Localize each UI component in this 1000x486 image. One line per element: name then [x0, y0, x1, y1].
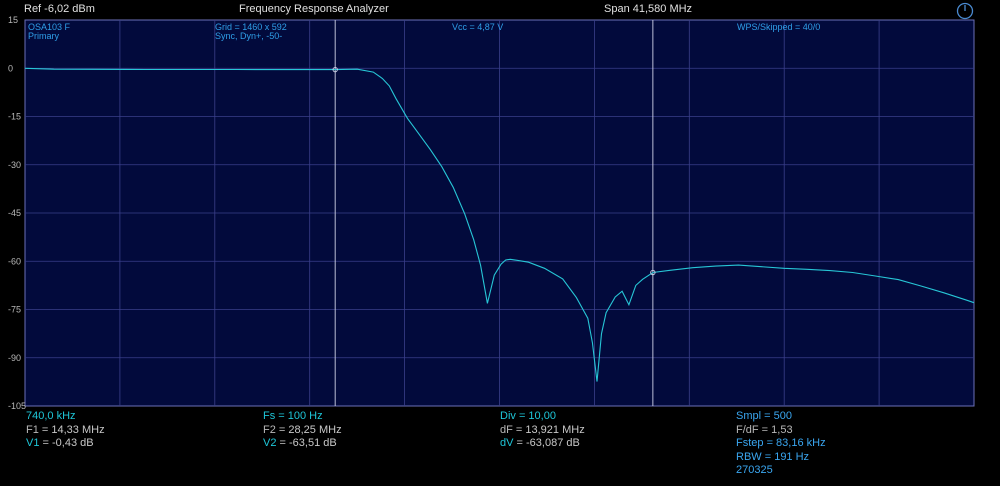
- sync-info: Sync, Dyn+, -50-: [215, 31, 282, 41]
- y-tick-label: -45: [8, 208, 21, 218]
- f1-value: = 14,33 MHz: [41, 423, 105, 436]
- footer-col3: Div = 10,00 dF = 13,921 MHz dV = -63,087…: [500, 410, 585, 451]
- v1-value: = -0,43 dB: [42, 437, 94, 450]
- f2-value: = 28,25 MHz: [278, 423, 342, 436]
- dv-value: = -63,087 dB: [516, 437, 580, 450]
- df-label: dF: [500, 423, 513, 436]
- y-tick-label: -90: [8, 353, 21, 363]
- y-tick-label: -15: [8, 112, 21, 122]
- f2-label: F2: [263, 423, 276, 436]
- y-tick-label: 15: [8, 15, 18, 25]
- y-tick-label: -60: [8, 256, 21, 266]
- fs-label: Fs: [263, 410, 276, 422]
- y-tick-label: -75: [8, 305, 21, 315]
- y-tick-label: -105: [8, 401, 26, 411]
- fs-value: = 100 Hz: [278, 410, 323, 422]
- y-tick-label: 0: [8, 63, 13, 73]
- div-value: = 10,00: [518, 410, 556, 422]
- f-df-ratio: F/dF = 1,53: [736, 423, 793, 436]
- v1-label: V1: [26, 437, 40, 450]
- footer-col2: Fs = 100 Hz F2 = 28,25 MHz V2 = -63,51 d…: [263, 410, 342, 451]
- rbw-readout: RBW = 191 Hz: [736, 450, 810, 463]
- v2-label: V2: [263, 437, 277, 450]
- start-frequency: 740,0 kHz: [26, 410, 76, 422]
- sample-count: Smpl = 500: [736, 410, 792, 422]
- df-value: = 13,921 MHz: [515, 423, 585, 436]
- footer-col4: Smpl = 500 F/dF = 1,53 Fstep = 83,16 kHz…: [736, 410, 826, 478]
- dv-label: dV: [500, 437, 514, 450]
- channel-name: Primary: [28, 31, 59, 41]
- frequency-step: Fstep = 83,16 kHz: [736, 437, 826, 450]
- div-label: Div: [500, 410, 516, 422]
- wps-info: WPS/Skipped = 40/0: [737, 22, 820, 32]
- f1-label: F1: [26, 423, 39, 436]
- footer-col1: 740,0 kHz F1 = 14,33 MHz V1 = -0,43 dB: [26, 410, 105, 451]
- v2-value: = -63,51 dB: [279, 437, 337, 450]
- vcc-info: Vcc = 4,87 V: [452, 22, 503, 32]
- y-tick-label: -30: [8, 160, 21, 170]
- date-stamp: 270325: [736, 464, 773, 477]
